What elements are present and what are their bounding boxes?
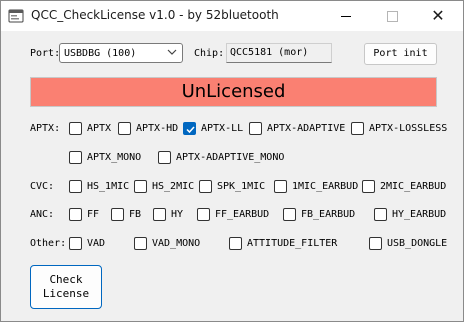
anc-hy-checkbox[interactable] — [153, 208, 166, 221]
check-license-label-line1: Check — [49, 273, 83, 286]
anc-fb-earbud-checkbox[interactable] — [283, 208, 296, 221]
maximize-button[interactable] — [369, 1, 415, 31]
vad-mono-option-label: VAD_MONO — [152, 238, 201, 249]
anc-hy-earbud-checkbox[interactable] — [374, 208, 387, 221]
aptx-adaptive-mono-checkbox[interactable] — [158, 151, 171, 164]
aptx-mono-option-label: APTX_MONO — [87, 152, 142, 163]
anc-hy-earbud-option-label: HY_EARBUD — [392, 209, 447, 220]
minimize-button[interactable] — [323, 1, 369, 31]
usb-dongle-option-label: USB_DONGLE — [387, 238, 448, 249]
cvc-hs-2mic-option-label: HS_2MIC — [152, 181, 195, 192]
aptx-hd-option-label: APTX-HD — [136, 123, 179, 134]
cvc-group-label: CVC: — [30, 181, 55, 192]
chip-label: Chip: — [194, 48, 225, 59]
vad-mono-checkbox[interactable] — [134, 237, 147, 250]
app-icon — [8, 9, 24, 23]
check-license-button[interactable]: Check License — [30, 265, 102, 309]
aptx-checkbox[interactable] — [69, 122, 82, 135]
aptx-mono-checkbox[interactable] — [69, 151, 82, 164]
anc-fb-earbud-option-label: FB_EARBUD — [301, 209, 356, 220]
aptx-ll-option-label: APTX-LL — [201, 123, 244, 134]
cvc-spk-1mic-option-label: SPK_1MIC — [217, 181, 266, 192]
cvc-hs-1mic-option-label: HS_1MIC — [87, 181, 130, 192]
anc-ff-earbud-checkbox[interactable] — [197, 208, 210, 221]
chip-field: QCC5181 (mor) — [226, 43, 332, 63]
aptx-hd-checkbox[interactable] — [118, 122, 131, 135]
port-label: Port: — [30, 48, 61, 59]
cvc-1mic-earbud-checkbox[interactable] — [274, 180, 287, 193]
port-select[interactable]: USBDBG (100) — [59, 43, 183, 63]
vad-option-label: VAD — [87, 238, 106, 249]
cvc-hs-2mic-checkbox[interactable] — [134, 180, 147, 193]
check-license-label-line2: License — [42, 287, 90, 300]
port-select-value: USBDBG (100) — [64, 48, 137, 59]
cvc-1mic-earbud-option-label: 1MIC_EARBUD — [292, 181, 359, 192]
checkmark-icon — [186, 126, 195, 134]
port-init-button[interactable]: Port init — [364, 43, 437, 65]
cvc-2mic-earbud-option-label: 2MIC_EARBUD — [380, 181, 447, 192]
usb-dongle-checkbox[interactable] — [369, 237, 382, 250]
license-status-banner: UnLicensed — [30, 77, 437, 107]
maximize-icon — [386, 10, 398, 22]
anc-ff-earbud-option-label: FF_EARBUD — [215, 209, 270, 220]
aptx-option-label: APTX — [87, 123, 112, 134]
cvc-spk-1mic-checkbox[interactable] — [199, 180, 212, 193]
attitude-filter-checkbox[interactable] — [229, 237, 242, 250]
window-title: QCC_CheckLicense v1.0 - by 52bluetooth — [31, 8, 279, 22]
other-group-label: Other: — [30, 238, 67, 249]
anc-fb-option-label: FB — [129, 209, 142, 220]
anc-group-label: ANC: — [30, 209, 55, 220]
aptx-ll-checkbox[interactable] — [183, 122, 196, 135]
app-window: QCC_CheckLicense v1.0 - by 52bluetooth ✕… — [0, 0, 464, 322]
anc-ff-checkbox[interactable] — [69, 208, 82, 221]
cvc-hs-1mic-checkbox[interactable] — [69, 180, 82, 193]
title-bar[interactable]: QCC_CheckLicense v1.0 - by 52bluetooth ✕ — [1, 1, 463, 31]
vad-checkbox[interactable] — [69, 237, 82, 250]
attitude-filter-option-label: ATTITUDE_FILTER — [247, 238, 338, 249]
chip-value: QCC5181 (mor) — [230, 47, 309, 58]
main-panel: Port: USBDBG (100) Chip: QCC5181 (mor) P… — [1, 31, 463, 321]
anc-hy-option-label: HY — [171, 209, 184, 220]
anc-fb-checkbox[interactable] — [111, 208, 124, 221]
chevron-down-icon — [167, 49, 177, 55]
close-icon: ✕ — [431, 6, 445, 25]
aptx-adaptive-option-label: APTX-ADAPTIVE — [267, 123, 346, 134]
aptx-adaptive-mono-option-label: APTX-ADAPTIVE_MONO — [176, 152, 285, 163]
minimize-icon — [341, 15, 351, 17]
aptx-group-label: APTX: — [30, 123, 61, 134]
cvc-2mic-earbud-checkbox[interactable] — [362, 180, 375, 193]
aptx-lossless-option-label: APTX-LOSSLESS — [369, 123, 448, 134]
anc-ff-option-label: FF — [87, 209, 100, 220]
close-button[interactable]: ✕ — [415, 1, 461, 31]
aptx-lossless-checkbox[interactable] — [351, 122, 364, 135]
aptx-adaptive-checkbox[interactable] — [249, 122, 262, 135]
